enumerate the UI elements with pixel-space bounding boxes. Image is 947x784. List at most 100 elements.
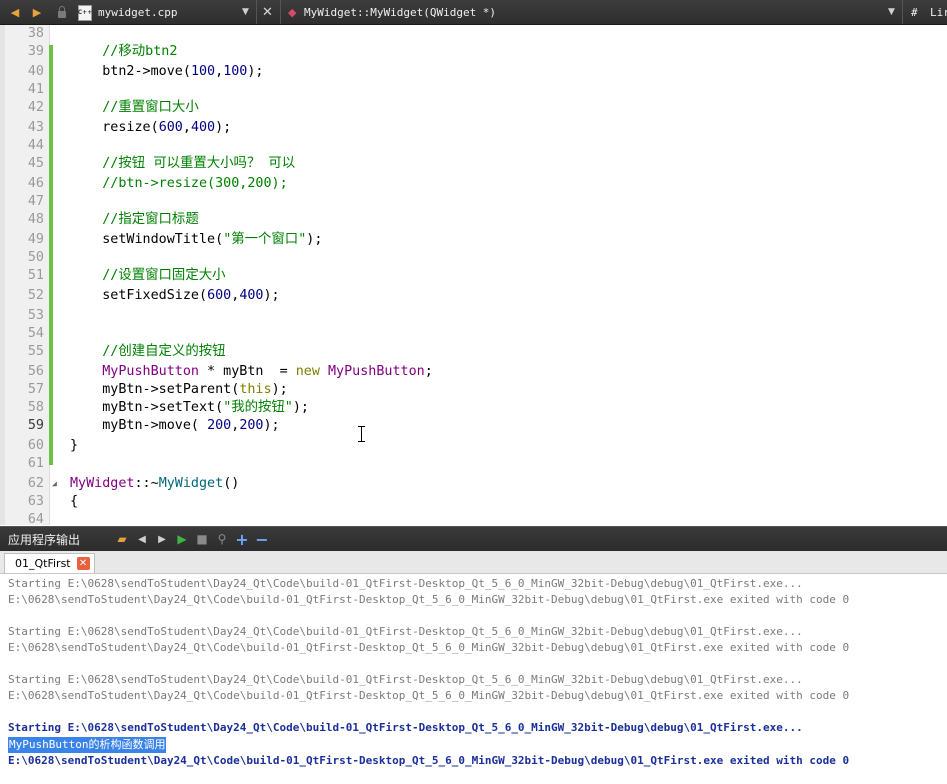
line-number: 43	[27, 120, 44, 135]
code-token: setWindowTitle(	[70, 232, 224, 247]
output-tab-01-qtfirst[interactable]: 01_QtFirst ✕	[4, 553, 95, 573]
code-token: "我的按钮"	[223, 400, 293, 415]
code-token: 600	[158, 120, 183, 135]
function-icon: ◆	[288, 5, 297, 19]
log-line: Starting E:\0628\sendToStudent\Day24_Qt\…	[8, 721, 803, 734]
line-number: 53	[27, 308, 44, 323]
code-line[interactable]: 56 MyPushButton * myBtn = new MyPushButt…	[0, 363, 947, 381]
log-line: E:\0628\sendToStudent\Day24_Qt\Code\buil…	[8, 593, 850, 606]
code-line[interactable]: 64	[0, 511, 947, 525]
code-token: );	[271, 382, 288, 397]
line-number: 63	[27, 494, 44, 509]
hash-symbol-button[interactable]: #	[911, 0, 918, 24]
code-line[interactable]: 60}	[0, 437, 947, 455]
code-line[interactable]: 52 setFixedSize(600,400);	[0, 287, 947, 305]
zoom-out-icon[interactable]: −	[252, 527, 272, 551]
attach-debugger-icon[interactable]: ⚲	[212, 527, 232, 551]
line-column-indicator[interactable]: Lir	[930, 0, 947, 24]
code-line[interactable]: 62 ◢ MyWidget::~MyWidget()	[0, 475, 947, 493]
line-number: 45	[27, 156, 44, 171]
code-text: MyPushButton * myBtn = new MyPushButton;	[70, 363, 433, 381]
code-line[interactable]: 46 //btn->resize(300,200);	[0, 175, 947, 193]
code-line[interactable]: 41	[0, 81, 947, 99]
line-number: 59	[27, 418, 44, 433]
code-token: btn2->move(	[70, 64, 191, 79]
code-token: 600	[207, 288, 232, 303]
code-line[interactable]: 49 setWindowTitle("第一个窗口");	[0, 231, 947, 249]
line-number: 47	[27, 194, 44, 209]
code-token: );	[215, 120, 232, 135]
line-number: 44	[27, 138, 44, 153]
back-arrow-icon[interactable]: ◀	[8, 0, 22, 24]
previous-item-icon[interactable]: ◀	[132, 527, 152, 551]
code-line[interactable]: 47	[0, 193, 947, 211]
code-line[interactable]: 61	[0, 455, 947, 473]
cpp-file-icon: C++	[78, 5, 92, 21]
code-line[interactable]: 45 //按钮 可以重置大小吗？ 可以	[0, 155, 947, 173]
code-editor[interactable]: 38 39 //移动btn2 40 btn2->move(100,100); 41 42…	[0, 25, 947, 525]
code-text: //按钮 可以重置大小吗？ 可以	[70, 155, 295, 173]
code-line[interactable]: 50	[0, 249, 947, 267]
code-line[interactable]: 44	[0, 137, 947, 155]
zoom-in-icon[interactable]: +	[232, 527, 252, 551]
code-token: MyPushButton	[328, 364, 425, 379]
code-token: MyPushButton	[102, 364, 199, 379]
code-line[interactable]: 63 {	[0, 493, 947, 511]
line-number: 42	[27, 100, 44, 115]
code-line[interactable]: 43 resize(600,400);	[0, 119, 947, 137]
code-line[interactable]: 58 myBtn->setText("我的按钮");	[0, 399, 947, 417]
line-number: 51	[27, 268, 44, 283]
close-tab-icon[interactable]: ✕	[76, 557, 90, 570]
code-text: {	[70, 493, 78, 511]
code-token: //指定窗口标题	[102, 212, 199, 227]
code-line[interactable]: 40 btn2->move(100,100);	[0, 63, 947, 81]
code-text: //移动btn2	[70, 43, 177, 61]
toolbar-divider	[256, 0, 257, 24]
code-text: myBtn->setParent(this);	[70, 381, 288, 399]
stop-icon[interactable]: ■	[192, 527, 212, 551]
code-token: this	[239, 382, 272, 397]
chevron-down-icon[interactable]: ▼	[888, 0, 895, 24]
run-icon[interactable]: ▶	[172, 527, 192, 551]
code-line[interactable]: 48 //指定窗口标题	[0, 211, 947, 229]
code-line[interactable]: 57 myBtn->setParent(this);	[0, 381, 947, 399]
open-file-name[interactable]: mywidget.cpp	[98, 0, 177, 24]
code-token: ;	[424, 364, 433, 379]
lock-icon[interactable]	[56, 0, 68, 24]
forward-arrow-icon[interactable]: ▶	[30, 0, 44, 24]
code-text: resize(600,400);	[70, 119, 231, 137]
application-output-log[interactable]: Starting E:\0628\sendToStudent\Day24_Qt\…	[0, 574, 947, 784]
clear-output-icon[interactable]: ▰	[112, 527, 132, 551]
code-line[interactable]: 53	[0, 307, 947, 325]
code-token: );	[292, 400, 309, 415]
code-line[interactable]: 59 myBtn->move( 200,200);	[0, 417, 947, 435]
code-line[interactable]: 54	[0, 325, 947, 343]
code-line[interactable]: 39 //移动btn2	[0, 43, 947, 61]
log-line: Starting E:\0628\sendToStudent\Day24_Qt\…	[8, 625, 803, 638]
chevron-down-icon[interactable]: ▼	[242, 0, 249, 24]
code-text: //设置窗口固定大小	[70, 267, 225, 285]
code-token: MyWidget	[70, 476, 135, 491]
output-tab-bar: 01_QtFirst ✕	[0, 551, 947, 574]
code-token: //btn->resize(300,200);	[102, 176, 288, 191]
code-token: MyWidget	[158, 476, 224, 491]
code-token: setFixedSize(	[70, 288, 208, 303]
function-scope-selector[interactable]: MyWidget::MyWidget(QWidget *)	[304, 0, 496, 24]
code-line[interactable]: 38	[0, 25, 947, 43]
code-line[interactable]: 55 //创建自定义的按钮	[0, 343, 947, 361]
code-token: 100	[190, 64, 216, 79]
line-number: 49	[27, 232, 44, 247]
code-token: ,	[215, 64, 224, 79]
code-line[interactable]: 51 //设置窗口固定大小	[0, 267, 947, 285]
code-line[interactable]: 42 //重置窗口大小	[0, 99, 947, 117]
close-icon[interactable]: ✕	[262, 0, 273, 24]
next-item-icon[interactable]: ▶	[152, 527, 172, 551]
code-token: ,	[182, 120, 191, 135]
fold-marker-icon[interactable]: ◢	[52, 475, 60, 493]
line-number: 48	[27, 212, 44, 227]
log-line: E:\0628\sendToStudent\Day24_Qt\Code\buil…	[8, 641, 850, 654]
